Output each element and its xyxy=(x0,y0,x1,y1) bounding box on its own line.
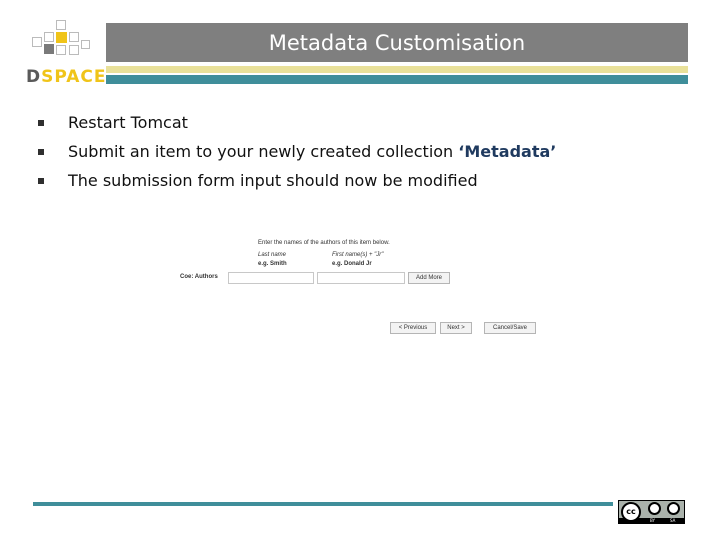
share-alike-icon xyxy=(667,502,680,515)
license-sa-label: SA xyxy=(670,518,676,523)
person-icon xyxy=(648,502,661,515)
bullet-item: Submit an item to your newly created col… xyxy=(36,141,556,170)
title-stripe-yellow xyxy=(106,66,688,73)
lastname-example: e.g. Smith xyxy=(258,261,287,267)
next-button[interactable]: Next > xyxy=(440,322,472,334)
logo-text-space: SPACE xyxy=(41,67,107,87)
submission-form-screenshot: Enter the names of the authors of this i… xyxy=(176,236,536,336)
cancel-save-button[interactable]: Cancel/Save xyxy=(484,322,536,334)
bullet-item: The submission form input should now be … xyxy=(36,170,556,199)
logo-text-d: D xyxy=(26,67,42,87)
title-stripe-teal xyxy=(106,75,688,84)
add-more-button[interactable]: Add More xyxy=(408,272,450,284)
lastname-input[interactable] xyxy=(228,272,314,284)
bullet-square-icon xyxy=(38,178,44,184)
previous-button[interactable]: < Previous xyxy=(390,322,436,334)
collection-name-highlight: ‘Metadata’ xyxy=(458,142,557,161)
cc-icon: cc xyxy=(621,502,641,522)
firstname-example: e.g. Donald Jr xyxy=(332,261,372,267)
logo-text: DSPACE xyxy=(26,67,107,87)
bullet-square-icon xyxy=(38,149,44,155)
firstname-label: First name(s) + "Jr" xyxy=(332,252,384,258)
authors-field-label: Coe: Authors xyxy=(180,274,218,280)
license-by-label: BY xyxy=(650,518,655,523)
firstname-input[interactable] xyxy=(317,272,405,284)
bullet-list: Restart Tomcat Submit an item to your ne… xyxy=(36,112,556,199)
bullet-text: Restart Tomcat xyxy=(68,113,188,132)
bullet-item: Restart Tomcat xyxy=(36,112,556,141)
cc-by-sa-license-icon: cc BY SA xyxy=(618,500,685,524)
dspace-logo-icon: DSPACE xyxy=(22,20,106,88)
bullet-text: The submission form input should now be … xyxy=(68,171,478,190)
lastname-label: Last name xyxy=(258,252,287,258)
slide-title-bar: Metadata Customisation xyxy=(106,23,688,62)
bullet-square-icon xyxy=(38,120,44,126)
bullet-text: Submit an item to your newly created col… xyxy=(68,142,459,161)
form-instruction: Enter the names of the authors of this i… xyxy=(258,240,390,246)
footer-rule xyxy=(33,502,613,506)
slide-title: Metadata Customisation xyxy=(268,30,526,55)
